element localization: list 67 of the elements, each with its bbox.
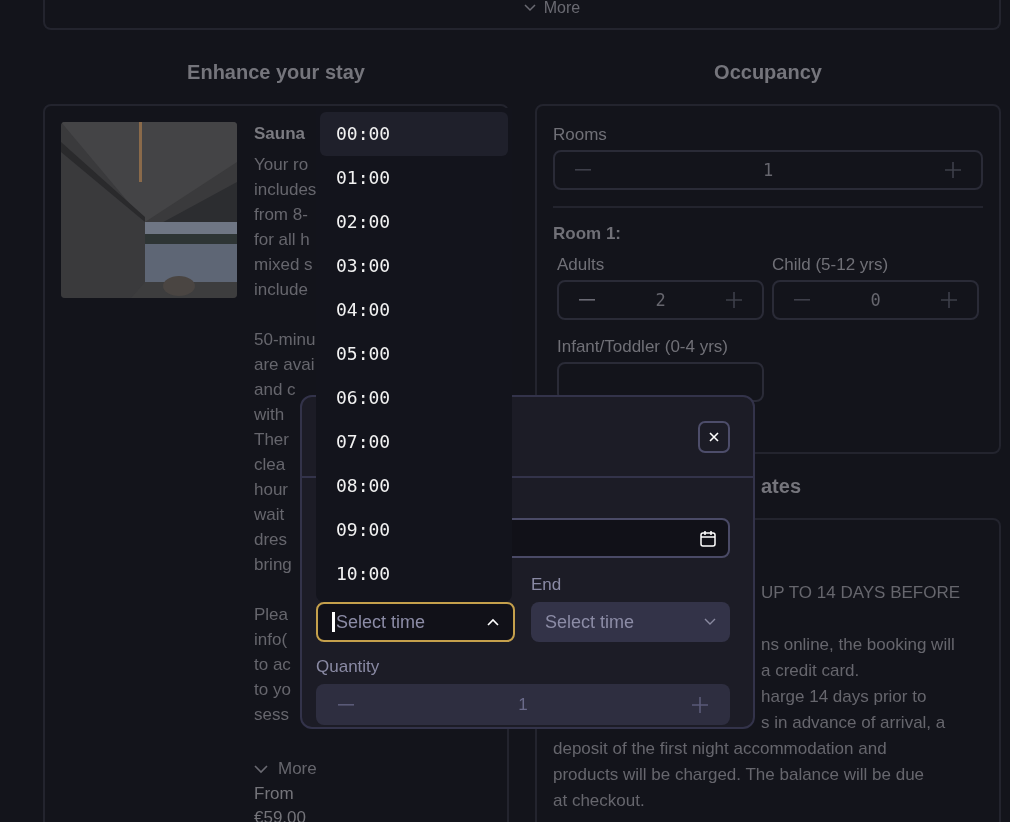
description-text: to yo [254, 679, 291, 701]
caret-up-icon [487, 618, 499, 626]
close-icon [709, 431, 719, 442]
price-label: From [254, 783, 294, 805]
description-text: are avai [254, 354, 316, 376]
section-heading: Occupancy [713, 60, 823, 84]
calendar-icon [700, 529, 716, 547]
policy-text: deposit of the first night accommodation and [553, 738, 888, 760]
plus-icon[interactable] [941, 292, 957, 308]
close-button[interactable] [698, 420, 730, 453]
time-option[interactable]: 00:00 [320, 112, 508, 156]
description-text: include [254, 279, 309, 301]
description-text: Ther [254, 429, 290, 451]
policy-text: a credit card. [761, 660, 861, 682]
description-text: from 8- [254, 204, 309, 226]
time-option[interactable]: 04:00 [320, 288, 508, 332]
chevron-down-icon [523, 4, 536, 12]
policy-text: harge 14 days prior to [761, 686, 928, 708]
description-text: Plea [254, 604, 290, 626]
description-text: wait [254, 504, 286, 526]
plus-icon[interactable] [726, 292, 742, 308]
description-text: sess [254, 704, 290, 726]
description-text: includes [254, 179, 317, 201]
start-time-select[interactable]: Select time [316, 602, 515, 642]
chevron-down-icon [254, 764, 268, 774]
extra-name: Sauna [254, 123, 306, 145]
description-text: dres [254, 529, 289, 551]
description-text: info( [254, 629, 289, 651]
time-option[interactable]: 06:00 [320, 376, 508, 420]
room-title: Room 1: [553, 224, 622, 244]
section-heading: ates [760, 474, 803, 498]
minus-icon[interactable] [575, 169, 591, 171]
description-text: hour [254, 479, 290, 501]
description-text: bring [254, 554, 293, 576]
policy-text: s in advance of arrival, a [761, 712, 947, 734]
description-text: mixed s [254, 254, 314, 276]
minus-icon[interactable] [579, 299, 595, 301]
time-option[interactable]: 08:00 [320, 464, 508, 508]
field-label: End [531, 574, 563, 596]
description-text: with [254, 404, 286, 426]
policy-text: at checkout. [553, 790, 646, 812]
time-option[interactable]: 10:00 [320, 552, 508, 596]
plus-icon[interactable] [945, 162, 961, 178]
time-option[interactable]: 03:00 [320, 244, 508, 288]
time-option[interactable]: 02:00 [320, 200, 508, 244]
field-label: Rooms [553, 124, 608, 146]
minus-icon[interactable] [794, 299, 810, 301]
chevron-down-icon [704, 618, 716, 626]
description-text: Your ro [254, 154, 310, 176]
field-label: Infant/Toddler (0-4 yrs) [557, 336, 729, 358]
description-text: to ac [254, 654, 291, 676]
end-time-select[interactable]: Select time [531, 602, 730, 642]
policy-text: ns online, the booking will [761, 634, 956, 656]
time-option[interactable]: 05:00 [320, 332, 508, 376]
field-label: Adults [557, 254, 606, 276]
time-option[interactable]: 07:00 [320, 420, 508, 464]
policy-text: products will be charged. The balance will be due [553, 764, 926, 786]
policy-text: UP TO 14 DAYS BEFORE [761, 582, 962, 604]
field-label: Child (5-12 yrs) [772, 254, 890, 276]
description-text: 50-minu [254, 329, 316, 351]
field-label: Quantity [316, 656, 381, 678]
section-heading: Enhance your stay [186, 60, 366, 84]
description-text: and c [254, 379, 297, 401]
description-text: for all h [254, 229, 311, 251]
time-option[interactable]: 09:00 [320, 508, 508, 552]
time-option[interactable]: 01:00 [320, 156, 508, 200]
description-text: clea [254, 454, 287, 476]
